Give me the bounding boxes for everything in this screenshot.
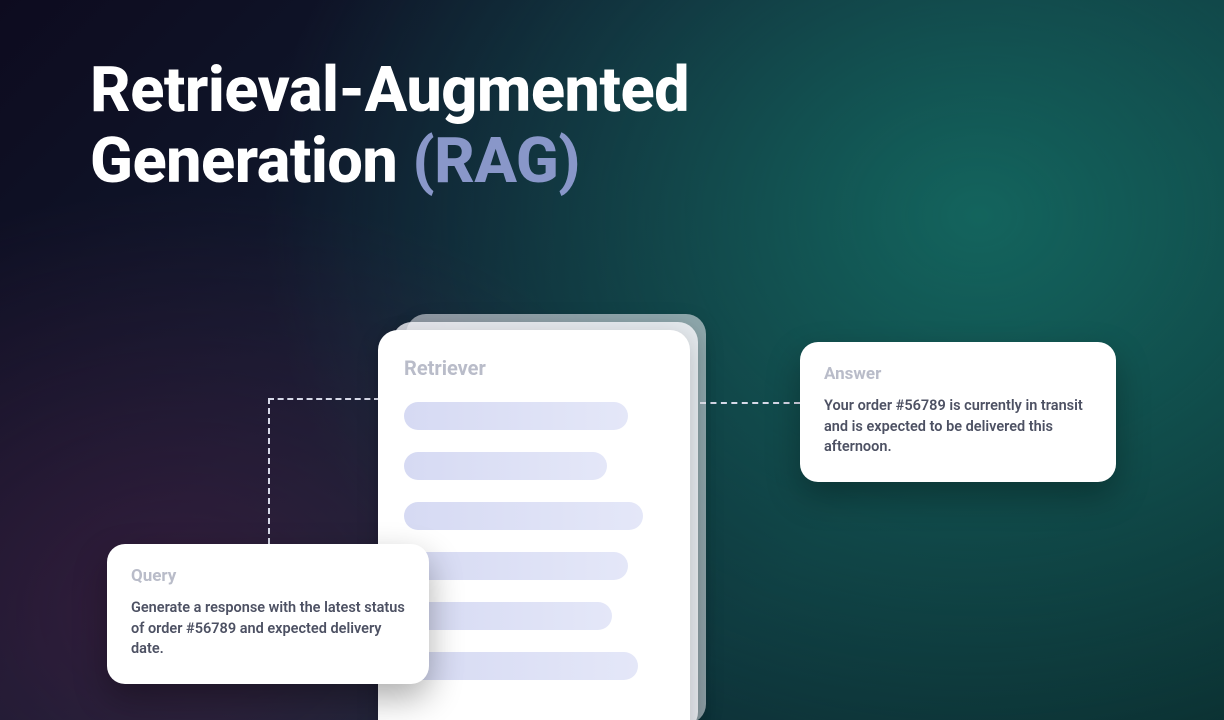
retriever-line-placeholder: [404, 502, 643, 530]
connector-query-horizontal: [268, 398, 380, 400]
answer-card: Answer Your order #56789 is currently in…: [800, 342, 1116, 482]
connector-answer-horizontal: [700, 402, 800, 404]
connector-query-vertical: [268, 398, 270, 544]
retriever-label: Retriever: [404, 356, 664, 380]
title-line2-accent: (RAG): [412, 125, 579, 198]
title-line1: Retrieval-Augmented: [90, 54, 689, 127]
answer-label: Answer: [824, 364, 1092, 384]
query-card: Query Generate a response with the lates…: [107, 544, 429, 684]
retriever-line-placeholder: [404, 452, 607, 480]
query-text: Generate a response with the latest stat…: [131, 598, 405, 660]
retriever-line-placeholder: [404, 552, 628, 580]
retriever-line-placeholder: [404, 402, 628, 430]
retriever-line-placeholder: [404, 652, 638, 680]
page-title: Retrieval-Augmented Generation (RAG): [90, 56, 689, 197]
answer-text: Your order #56789 is currently in transi…: [824, 396, 1092, 458]
query-label: Query: [131, 566, 405, 586]
title-line2-plain: Generation: [90, 125, 412, 198]
retriever-line-placeholder: [404, 602, 612, 630]
